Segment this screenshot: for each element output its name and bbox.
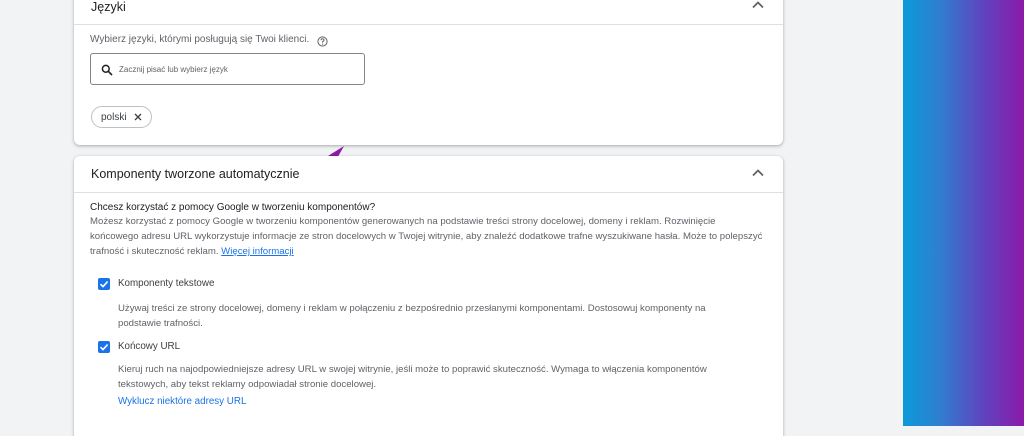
checkmark-icon [99,281,109,288]
languages-card: Języki Wybierz języki, którymi posługują… [74,0,783,145]
auto-assets-card: Komponenty tworzone automatycznie Chcesz… [74,156,783,436]
auto-assets-card-title: Komponenty tworzone automatycznie [91,167,300,181]
chevron-up-icon[interactable] [751,0,765,12]
final-url-description: Kieruj ruch na najodpowiedniejsze adresy… [118,364,707,390]
languages-card-header[interactable]: Języki [74,0,783,25]
languages-card-title: Języki [91,0,126,14]
close-icon[interactable] [133,112,143,122]
language-search-input[interactable] [119,60,349,78]
more-info-link[interactable]: Więcej informacji [221,246,294,257]
text-assets-label[interactable]: Komponenty tekstowe [118,278,214,289]
description-text: Możesz korzystać z pomocy Google w tworz… [90,216,763,257]
chevron-up-icon[interactable] [751,166,765,180]
chip-label: polski [101,111,127,123]
decorative-gradient-band [903,0,1024,426]
exclude-urls-link[interactable]: Wyklucz niektóre adresy URL [118,396,246,407]
auto-assets-card-header[interactable]: Komponenty tworzone automatycznie [74,156,783,193]
text-assets-description: Używaj treści ze strony docelowej, domen… [118,303,706,329]
auto-assets-description: Możesz korzystać z pomocy Google w tworz… [90,214,766,259]
search-icon [101,63,113,76]
language-search-field[interactable] [90,53,365,85]
languages-hint: Wybierz języki, którymi posługują się Tw… [90,34,310,45]
help-icon[interactable] [317,34,328,47]
final-url-checkbox[interactable] [98,341,110,353]
auto-assets-question: Chcesz korzystać z pomocy Google w tworz… [90,202,376,213]
final-url-label[interactable]: Końcowy URL [118,341,180,352]
language-chip-polski: polski [91,106,152,128]
checkmark-icon [99,344,109,351]
text-assets-checkbox[interactable] [98,278,110,290]
